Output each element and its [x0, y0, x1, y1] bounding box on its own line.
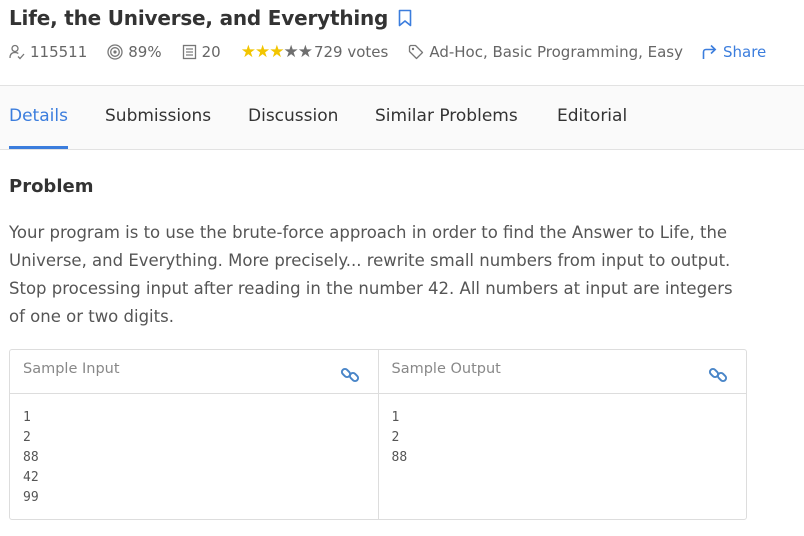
- sample-input-line: 2: [23, 430, 31, 445]
- tags-text: Ad-Hoc, Basic Programming, Easy: [429, 43, 683, 61]
- sample-output-content: 1 2 88: [379, 394, 747, 468]
- document-icon: [182, 44, 196, 60]
- sample-input-content: 1 2 88 42 99: [10, 394, 378, 508]
- solved-count-value: 115511: [30, 43, 88, 61]
- star-filled-icon[interactable]: ★: [241, 42, 256, 62]
- statement-line: Universe, and Everything. More precisely…: [9, 251, 731, 270]
- problem-tabs: Details Submissions Discussion Similar P…: [0, 85, 804, 150]
- user-check-icon: [9, 44, 25, 60]
- problem-tags: Ad-Hoc, Basic Programming, Easy: [408, 43, 683, 61]
- bookmark-icon[interactable]: [398, 9, 412, 27]
- sample-output-line: 88: [391, 450, 408, 465]
- rating[interactable]: ★ ★ ★ ★ ★ 729 votes: [241, 42, 389, 62]
- tab-details[interactable]: Details: [9, 86, 68, 150]
- problem-statement: Your program is to use the brute-force a…: [9, 219, 769, 331]
- sample-output-label: Sample Output: [391, 361, 501, 377]
- link-icon[interactable]: [340, 362, 360, 400]
- tab-submissions[interactable]: Submissions: [105, 86, 211, 150]
- target-icon: [107, 44, 123, 60]
- accuracy-value: 89%: [128, 43, 162, 61]
- sample-io-table: Sample Input 1 2 88 42 99 Sample Output …: [9, 349, 747, 520]
- sample-input-label: Sample Input: [23, 361, 120, 377]
- sample-output-header: Sample Output: [378, 350, 746, 394]
- points-value: 20: [201, 43, 221, 61]
- sample-input-line: 88: [23, 450, 39, 465]
- votes-count: 729 votes: [313, 43, 389, 61]
- star-filled-icon[interactable]: ★: [255, 42, 270, 62]
- points: 20: [182, 43, 221, 61]
- sample-input-line: 1: [23, 410, 31, 425]
- rating-stars[interactable]: ★ ★ ★ ★ ★: [241, 42, 313, 62]
- sample-input-header: Sample Input: [10, 350, 378, 394]
- link-icon[interactable]: [708, 362, 728, 400]
- problem-header: Life, the Universe, and Everything: [9, 4, 412, 32]
- sample-output-panel: Sample Output 1 2 88: [377, 350, 747, 519]
- sample-output-line: 1: [391, 410, 400, 425]
- tab-editorial[interactable]: Editorial: [557, 86, 627, 150]
- problem-meta: 115511 89% 20 ★ ★ ★ ★ ★ 729 votes Ad-Hoc, Ba…: [9, 40, 766, 64]
- sample-input-line: 99: [23, 490, 39, 505]
- sample-input-line: 42: [23, 470, 39, 485]
- tag-icon: [409, 44, 424, 60]
- problem-title: Life, the Universe, and Everything: [9, 6, 389, 30]
- sample-output-line: 2: [391, 430, 400, 445]
- star-filled-icon[interactable]: ★: [269, 42, 284, 62]
- share-label: Share: [723, 43, 767, 61]
- accuracy: 89%: [107, 43, 162, 61]
- statement-line: Stop processing input after reading in t…: [9, 279, 733, 298]
- tab-discussion[interactable]: Discussion: [248, 86, 338, 150]
- sample-input-panel: Sample Input 1 2 88 42 99: [10, 350, 378, 519]
- share-button[interactable]: Share: [701, 43, 766, 61]
- statement-line: of one or two digits.: [9, 307, 174, 326]
- solved-count: 115511: [9, 43, 87, 61]
- star-empty-icon[interactable]: ★: [298, 42, 313, 62]
- statement-line: Your program is to use the brute-force a…: [9, 223, 728, 242]
- tab-similar-problems[interactable]: Similar Problems: [375, 86, 518, 150]
- share-arrow-icon: [702, 44, 717, 59]
- star-empty-icon[interactable]: ★: [283, 42, 298, 62]
- section-heading: Problem: [9, 176, 94, 197]
